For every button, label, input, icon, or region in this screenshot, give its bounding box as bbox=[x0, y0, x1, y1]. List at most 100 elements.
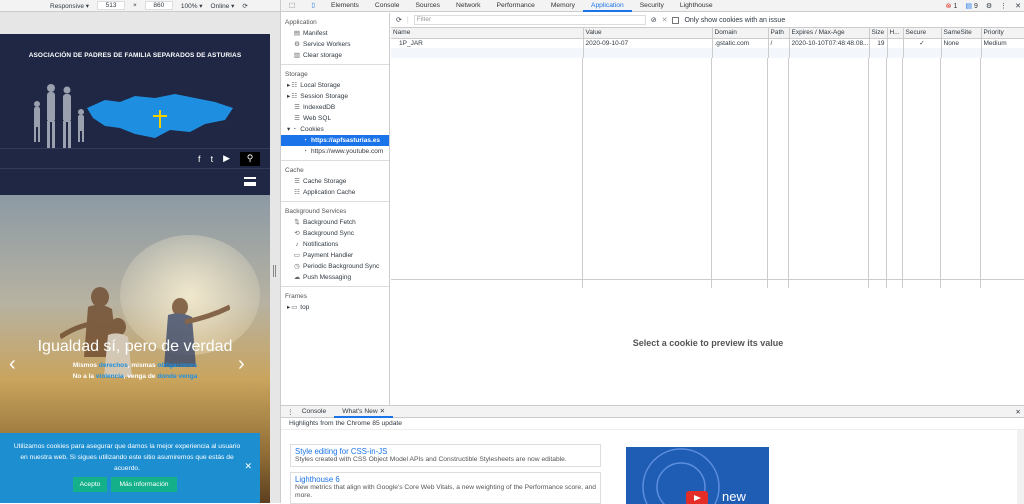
youtube-icon[interactable]: ▶ bbox=[223, 153, 230, 164]
column-header[interactable]: SameSite bbox=[941, 28, 982, 39]
grid-icon: ☷ bbox=[291, 93, 298, 100]
tab-security[interactable]: Security bbox=[632, 0, 672, 12]
application-sidebar: Application ▤ Manifest ⚙ Service Workers ▥… bbox=[281, 13, 390, 405]
sidebar-item-top-frame[interactable]: ▸▭ top bbox=[281, 302, 389, 313]
error-count[interactable]: ⊗ 1 bbox=[946, 2, 958, 10]
inspect-icon[interactable]: ⬚ bbox=[281, 0, 303, 12]
accept-cookies-button[interactable]: Acepto bbox=[73, 477, 107, 492]
filter-input[interactable]: Filter bbox=[413, 15, 646, 25]
rotate-icon[interactable]: ⟳ bbox=[242, 2, 247, 10]
sidebar-item-local-storage[interactable]: ▸☷ Local Storage bbox=[281, 80, 389, 91]
tab-lighthouse[interactable]: Lighthouse bbox=[672, 0, 721, 12]
close-drawer-icon[interactable]: ✕ bbox=[1015, 408, 1021, 416]
sidebar-item-manifest[interactable]: ▤ Manifest bbox=[281, 28, 389, 39]
column-header[interactable]: Domain bbox=[712, 28, 769, 39]
section-frames: Frames bbox=[285, 293, 308, 300]
column-header[interactable]: Name bbox=[391, 28, 584, 39]
sidebar-item-background-sync[interactable]: ⟲ Background Sync bbox=[281, 228, 389, 239]
sidebar-item-service-workers[interactable]: ⚙ Service Workers bbox=[281, 39, 389, 50]
tab-network[interactable]: Network bbox=[448, 0, 489, 12]
sidebar-item-cookies[interactable]: ▾ ◔ Cookies bbox=[281, 124, 389, 135]
drawer-tab-whats-new[interactable]: What's New ✕ bbox=[334, 406, 394, 418]
more-options-icon[interactable]: ⋮ bbox=[1000, 2, 1007, 10]
delete-selected-icon[interactable]: ✕ bbox=[662, 16, 668, 24]
close-tab-icon[interactable]: ✕ bbox=[380, 408, 386, 415]
sidebar-item-background-fetch[interactable]: ⇅ Background Fetch bbox=[281, 217, 389, 228]
more-info-button[interactable]: Más información bbox=[111, 477, 177, 492]
throttle-select[interactable]: Online ▾ bbox=[211, 2, 235, 10]
sidebar-item-periodic-sync[interactable]: ◷ Periodic Background Sync bbox=[281, 261, 389, 272]
sidebar-item-cache-storage[interactable]: ☰ Cache Storage bbox=[281, 176, 389, 187]
device-toggle-icon[interactable]: ▯ bbox=[303, 0, 323, 12]
slider-next-icon[interactable]: › bbox=[238, 353, 245, 376]
card-description: New metrics that align with Google's Cor… bbox=[295, 484, 596, 499]
video-thumbnail[interactable]: new bbox=[626, 447, 769, 504]
clear-all-icon[interactable]: ⊘ bbox=[651, 16, 657, 24]
device-mode-select[interactable]: Responsive ▾ bbox=[50, 2, 89, 10]
devtools-drawer: ⋮ Console What's New ✕ ✕ Highlights from… bbox=[281, 405, 1024, 504]
refresh-icon[interactable]: ⟳ bbox=[396, 16, 402, 24]
table-header-row: Name Value Domain Path Expires / Max-Age… bbox=[391, 28, 1024, 39]
column-header[interactable]: Value bbox=[583, 28, 713, 39]
sidebar-item-clear-storage[interactable]: ▥ Clear storage bbox=[281, 50, 389, 61]
card-title[interactable]: Style editing for CSS-in-JS bbox=[295, 447, 596, 456]
bell-icon: ♪ bbox=[295, 241, 299, 248]
sidebar-item-web-sql[interactable]: ☰ Web SQL bbox=[281, 113, 389, 124]
cookie-size: 19 bbox=[869, 38, 888, 48]
drawer-scrollbar[interactable] bbox=[1017, 430, 1024, 504]
table-row-empty bbox=[391, 48, 1024, 58]
settings-icon[interactable]: ⚙ bbox=[986, 2, 992, 10]
width-input[interactable]: 513 bbox=[97, 1, 126, 10]
devtools-panel: ⬚ ▯ Elements Console Sources Network Per… bbox=[280, 0, 1024, 504]
height-input[interactable]: 860 bbox=[144, 1, 173, 10]
tab-application[interactable]: Application bbox=[582, 0, 632, 12]
hamburger-menu-icon[interactable] bbox=[244, 177, 256, 186]
column-header[interactable]: Size bbox=[869, 28, 888, 39]
warning-count[interactable]: ▤ 9 bbox=[965, 2, 977, 10]
only-issues-label: Only show cookies with an issue bbox=[684, 16, 786, 24]
sidebar-item-cookie-youtube[interactable]: ◔ https://www.youtube.com bbox=[281, 146, 389, 157]
facebook-icon[interactable]: f bbox=[198, 154, 201, 164]
sidebar-item-payment-handler[interactable]: ▭ Payment Handler bbox=[281, 250, 389, 261]
resize-handle[interactable] bbox=[273, 265, 276, 277]
sidebar-item-push-messaging[interactable]: ☁ Push Messaging bbox=[281, 272, 389, 283]
column-header[interactable]: H... bbox=[887, 28, 904, 39]
sidebar-item-indexeddb[interactable]: ☰ IndexedDB bbox=[281, 102, 389, 113]
column-header[interactable]: Secure bbox=[903, 28, 942, 39]
hero-subtitle-2: No a la violencia, venga de donde venga bbox=[72, 373, 198, 380]
section-application: Application bbox=[285, 19, 317, 26]
whats-new-card[interactable]: Lighthouse 6 New metrics that align with… bbox=[290, 472, 601, 504]
cookie-icon: ◔ bbox=[303, 137, 307, 144]
table-row[interactable]: 1P_JAR 2020-09-10-07 .gstatic.com / 2020… bbox=[391, 38, 1024, 48]
search-icon[interactable]: ⚲ bbox=[240, 151, 260, 166]
tab-elements[interactable]: Elements bbox=[323, 0, 367, 12]
sidebar-item-session-storage[interactable]: ▸☷ Session Storage bbox=[281, 91, 389, 102]
tab-console[interactable]: Console bbox=[367, 0, 408, 12]
sidebar-item-cookie-apfsasturias[interactable]: ◔ https://apfsasturias.es bbox=[281, 135, 389, 146]
card-icon: ▭ bbox=[293, 252, 301, 259]
only-issues-checkbox[interactable] bbox=[672, 16, 680, 24]
tab-performance[interactable]: Performance bbox=[489, 0, 543, 12]
twitter-icon[interactable]: t bbox=[211, 154, 214, 164]
close-icon[interactable]: ✕ bbox=[244, 461, 252, 472]
column-header[interactable]: Path bbox=[768, 28, 790, 39]
cookie-preview: Select a cookie to preview its value bbox=[391, 279, 1024, 405]
cookie-expires: 2020-10-10T07:48:48.08... bbox=[789, 38, 870, 48]
column-header[interactable]: Priority bbox=[981, 28, 1024, 39]
whats-new-card[interactable]: Style editing for CSS-in-JS Styles creat… bbox=[290, 444, 601, 467]
cookie-banner: Utilizamos cookies para asegurar que dam… bbox=[0, 433, 260, 503]
sidebar-item-notifications[interactable]: ♪ Notifications bbox=[281, 239, 389, 250]
drawer-menu-icon[interactable]: ⋮ bbox=[287, 408, 294, 416]
card-title[interactable]: Lighthouse 6 bbox=[295, 475, 596, 484]
close-devtools-icon[interactable]: ✕ bbox=[1015, 2, 1021, 10]
trash-icon: ▥ bbox=[293, 52, 301, 59]
tab-sources[interactable]: Sources bbox=[407, 0, 448, 12]
slider-prev-icon[interactable]: ‹ bbox=[9, 353, 16, 376]
tab-memory[interactable]: Memory bbox=[543, 0, 583, 12]
grid-icon: ☷ bbox=[291, 82, 298, 89]
cookie-priority: Medium bbox=[981, 38, 1024, 48]
zoom-select[interactable]: 100% ▾ bbox=[181, 2, 203, 10]
drawer-tab-console[interactable]: Console bbox=[294, 406, 335, 418]
column-header[interactable]: Expires / Max-Age bbox=[789, 28, 870, 39]
sidebar-item-application-cache[interactable]: ☷ Application Cache bbox=[281, 187, 389, 198]
